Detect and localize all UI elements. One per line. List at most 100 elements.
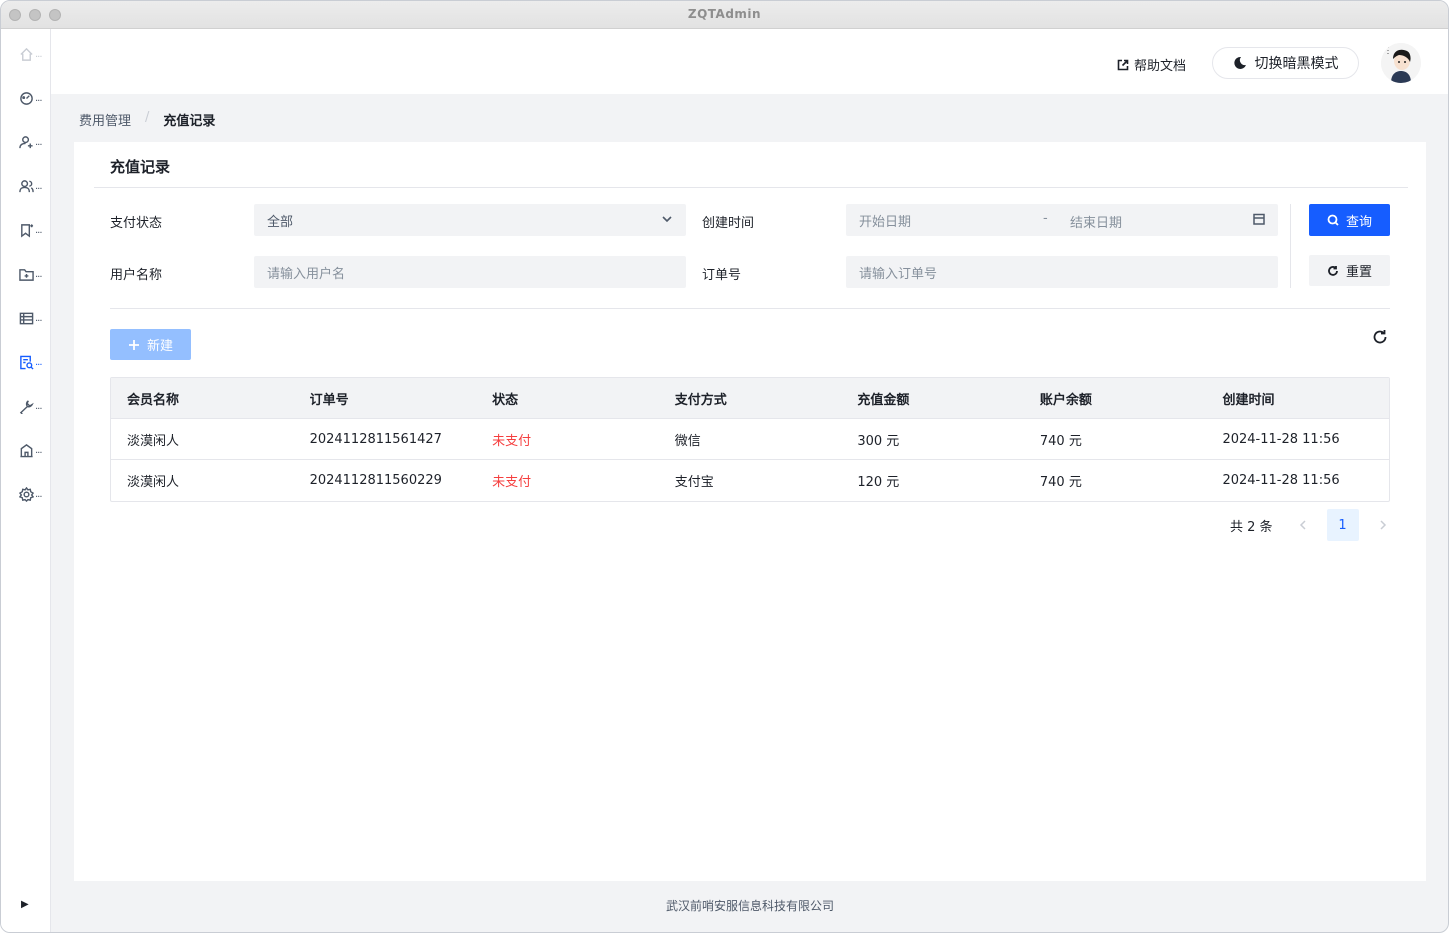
created-time-cell: 2024-11-28 11:56 [1222, 473, 1340, 488]
calendar-icon [1253, 213, 1265, 225]
sidebar-item-label: ... [35, 488, 42, 500]
home-icon [20, 47, 33, 61]
sidebar-item-building[interactable]: ... [19, 440, 49, 460]
sidebar-item-label: ... [35, 136, 42, 148]
users-icon [19, 179, 34, 192]
refresh-icon[interactable] [1372, 329, 1390, 347]
sidebar-item-users[interactable]: ... [19, 176, 49, 196]
tool-icon [19, 399, 34, 414]
recharge-table: 会员名称 订单号 状态 支付方式 充值金额 账户余额 创建时间 淡漠闲人 202… [110, 377, 1390, 502]
sidebar-item-label: ... [35, 268, 42, 280]
breadcrumb-parent[interactable]: 费用管理 [79, 110, 131, 129]
column-header: 状态 [492, 392, 519, 408]
app-window: ZQTAdmin ... ... ... ... ... ... ... ...… [0, 0, 1449, 933]
username-label: 用户名称 [110, 268, 163, 283]
pay-method-cell: 支付宝 [674, 475, 714, 490]
reset-icon [1328, 265, 1338, 276]
column-header: 账户余额 [1039, 392, 1092, 408]
sidebar: ... ... ... ... ... ... ... ... ... ... … [1, 29, 51, 932]
order-no-input[interactable]: 请输入订单号 [846, 256, 1278, 288]
created-time-range-picker[interactable]: 开始日期 - 结束日期 [846, 204, 1278, 236]
reset-button[interactable]: 重置 [1309, 255, 1390, 286]
next-page-button[interactable] [1367, 509, 1399, 541]
sidebar-item-label: ... [35, 92, 42, 104]
avatar-image [1381, 43, 1421, 83]
new-button[interactable]: 新建 [110, 329, 191, 360]
created-time-cell: 2024-11-28 11:56 [1222, 431, 1340, 447]
table-header-row: 会员名称 订单号 状态 支付方式 充值金额 账户余额 创建时间 [111, 378, 1389, 419]
breadcrumb-current: 充值记录 [163, 114, 216, 129]
footer-company: 武汉前哨安服信息科技有限公司 [665, 899, 834, 913]
pay-status-value: 全部 [267, 214, 294, 230]
toggle-dark-mode-label: 切换暗黑模式 [1254, 56, 1339, 72]
help-docs-link[interactable]: 帮助文档 [1117, 55, 1186, 74]
sidebar-item-label: ... [35, 400, 42, 412]
sidebar-item-settings[interactable]: ... [19, 484, 49, 504]
sidebar-item-label: ... [35, 180, 42, 192]
page-title: 充值记录 [110, 158, 171, 176]
sidebar-item-label: ... [35, 312, 42, 324]
created-time-label: 创建时间 [702, 216, 755, 231]
sidebar-item-user-add[interactable]: ... [19, 132, 49, 152]
sidebar-item-label: ... [35, 444, 42, 456]
sidebar-item-bookmark[interactable]: ... [19, 220, 49, 240]
order-no-placeholder: 请输入订单号 [859, 266, 938, 282]
sidebar-item-dashboard[interactable]: ... [19, 88, 49, 108]
building-icon [20, 443, 33, 457]
balance-cell: 740 元 [1039, 433, 1082, 449]
pagination: 共 2 条 1 [1230, 509, 1399, 541]
help-docs-label: 帮助文档 [1134, 59, 1187, 74]
top-header: 帮助文档 切换暗黑模式 [51, 29, 1448, 94]
end-date-input[interactable]: 结束日期 [1070, 212, 1122, 231]
new-button-label: 新建 [146, 339, 173, 354]
window-title: ZQTAdmin [687, 7, 762, 21]
pay-status-label: 支付状态 [110, 216, 163, 231]
external-link-icon [1117, 59, 1129, 70]
toggle-dark-mode-button[interactable]: 切换暗黑模式 [1212, 47, 1359, 79]
bookmark-icon [21, 223, 34, 238]
folder-add-icon [19, 268, 34, 281]
reset-button-label: 重置 [1345, 265, 1372, 280]
pay-method-cell: 微信 [674, 433, 701, 449]
user-avatar[interactable] [1381, 43, 1421, 83]
prev-page-button[interactable] [1287, 509, 1319, 541]
sidebar-item-folder-add[interactable]: ... [19, 264, 49, 284]
order-no-label: 订单号 [702, 268, 742, 283]
start-date-input[interactable]: 开始日期 [859, 211, 911, 230]
settings-icon [19, 486, 34, 502]
chevron-left-icon [1299, 520, 1306, 530]
sidebar-item-file-search[interactable]: ... [19, 352, 49, 372]
column-header: 创建时间 [1222, 392, 1275, 408]
balance-cell: 740 元 [1039, 475, 1082, 490]
search-button[interactable]: 查询 [1309, 204, 1390, 236]
search-icon [1327, 214, 1339, 226]
table-icon [19, 312, 34, 324]
dashboard-icon [20, 91, 33, 105]
form-vertical-divider [1290, 204, 1291, 288]
pagination-total: 共 2 条 [1230, 519, 1273, 535]
sidebar-item-table[interactable]: ... [19, 308, 49, 328]
pay-status-select[interactable]: 全部 [254, 204, 686, 236]
file-search-icon [20, 355, 34, 370]
recharge-amount-cell: 300 元 [857, 433, 900, 449]
column-header: 订单号 [309, 392, 349, 408]
sidebar-item-label: ... [35, 48, 42, 60]
page-button-current[interactable]: 1 [1326, 509, 1359, 541]
sidebar-item-label: ... [35, 356, 42, 368]
date-range-separator: - [1043, 211, 1048, 226]
column-header: 充值金额 [857, 392, 910, 408]
sidebar-item-home[interactable]: ... [19, 44, 49, 64]
sidebar-item-tool[interactable]: ... [19, 396, 49, 416]
breadcrumb-separator: / [145, 110, 150, 125]
sidebar-expand-icon[interactable]: ▶ [21, 899, 31, 913]
title-divider [94, 187, 1408, 188]
order-no-cell: 2024112811561427 [309, 431, 442, 447]
moon-icon [1233, 56, 1246, 69]
chevron-down-icon [662, 213, 672, 223]
content-card: 充值记录 支付状态 全部 创建时间 开始日期 - 结束日期 用户名称 请输入用户… [74, 142, 1426, 881]
status-cell: 未支付 [492, 433, 532, 449]
member-name-cell: 淡漠闲人 [127, 433, 180, 449]
table-row: 淡漠闲人 2024112811560229 未支付 支付宝 120 元 740 … [111, 460, 1389, 501]
username-input[interactable]: 请输入用户名 [254, 256, 686, 288]
table-row: 淡漠闲人 2024112811561427 未支付 微信 300 元 740 元… [111, 419, 1389, 460]
